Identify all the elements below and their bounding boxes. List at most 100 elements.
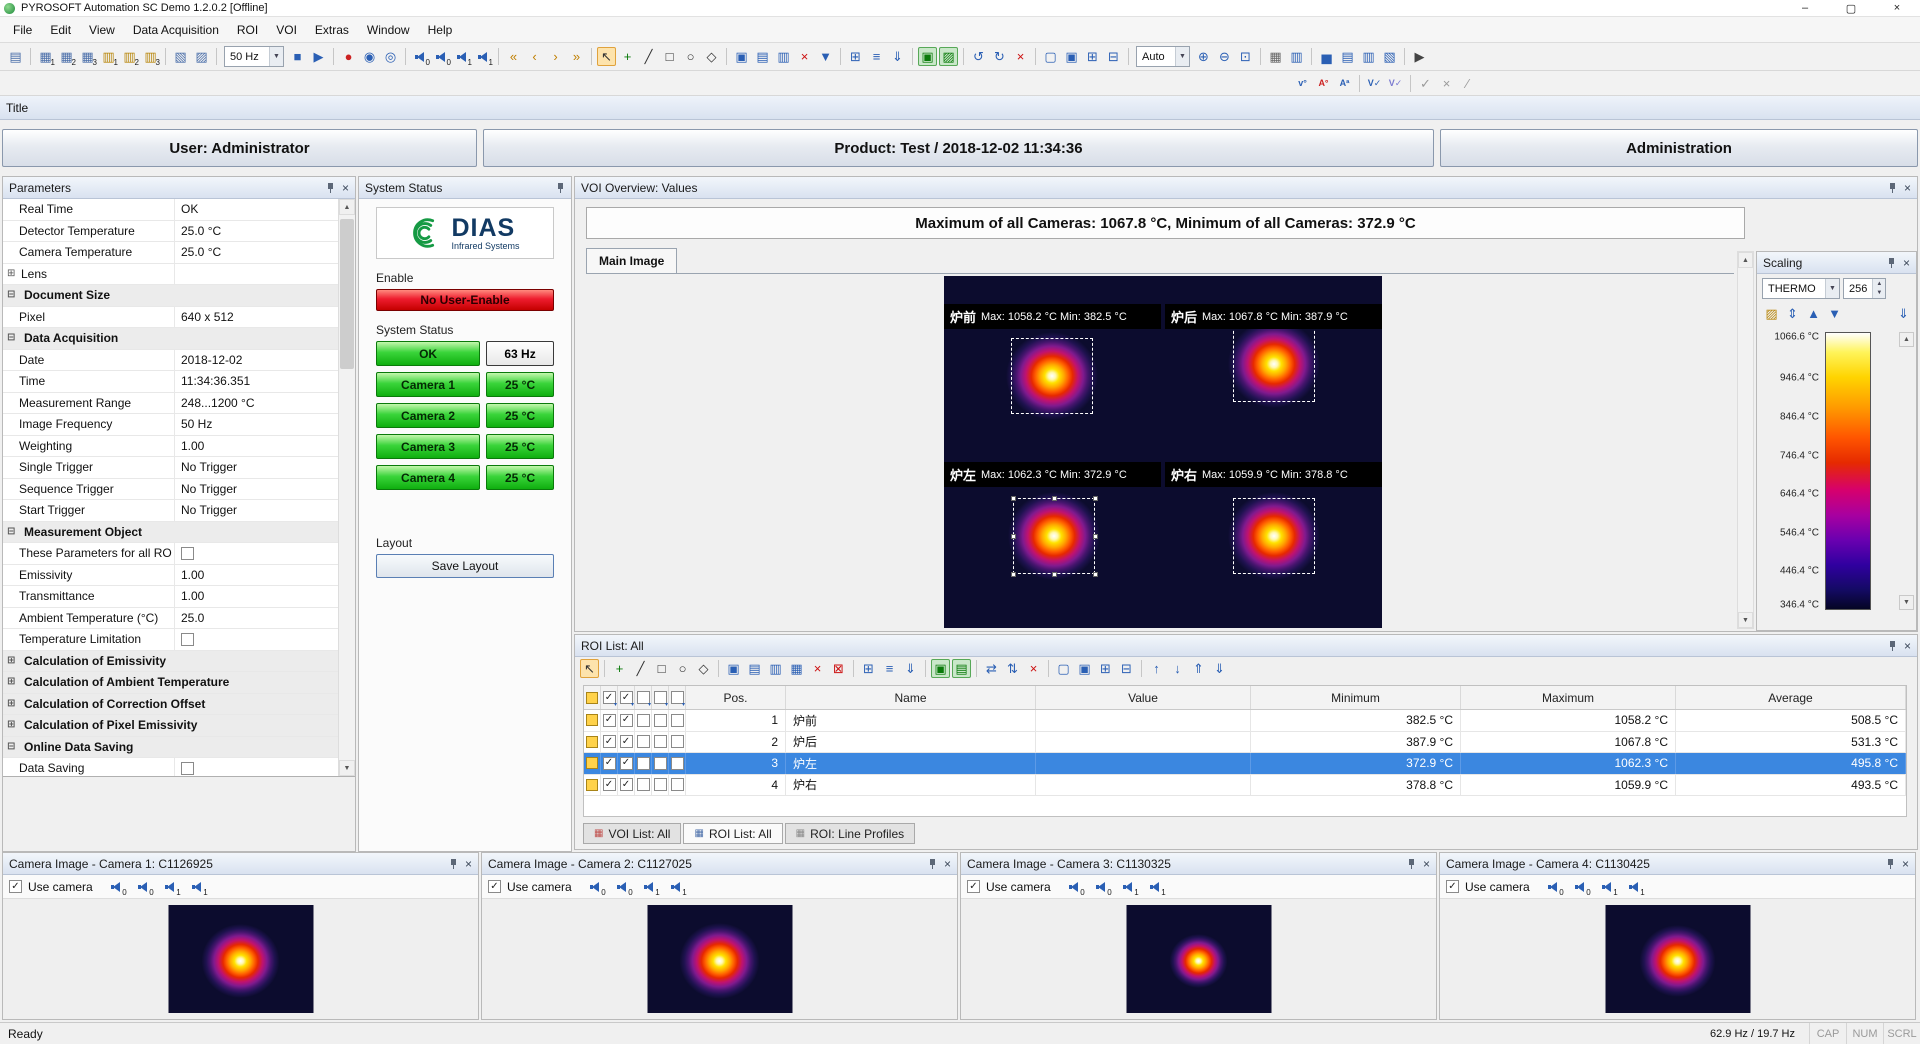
param-value[interactable] (175, 629, 338, 650)
param-value[interactable]: 25.0 °C (175, 221, 338, 242)
column-header-maximum[interactable]: Maximum (1461, 686, 1676, 709)
copy-roi-icon[interactable]: ▣ (732, 47, 751, 66)
open-workspace-icon[interactable]: ▧ (171, 47, 190, 66)
pin-icon[interactable] (1888, 182, 1897, 194)
draw-line-icon[interactable]: ╱ (639, 47, 658, 66)
audio-mute-2-icon[interactable]: 1 (189, 877, 208, 896)
status-ok-button[interactable]: OK (376, 341, 480, 366)
nav-first-icon[interactable]: « (504, 47, 523, 66)
checkbox[interactable] (654, 735, 667, 748)
window-3-icon[interactable]: ⊞ (1096, 659, 1115, 678)
pin-icon[interactable] (326, 182, 335, 194)
checkbox[interactable] (671, 778, 684, 791)
param-value[interactable]: 2018-12-02 (175, 350, 338, 371)
checkbox[interactable] (637, 714, 650, 727)
paste-roi-icon[interactable]: ▤ (745, 659, 764, 678)
pin-icon[interactable] (1887, 257, 1896, 269)
order-up-icon[interactable]: ↑ (1147, 659, 1166, 678)
scale-shift-down-icon[interactable]: ▼ (1899, 595, 1914, 610)
menu-help[interactable]: Help (419, 19, 462, 41)
collapse-icon[interactable]: ⊟ (7, 290, 19, 300)
tab-roi-line-profiles[interactable]: ▦ROI: Line Profiles (785, 823, 916, 844)
close-icon[interactable]: × (1874, 0, 1920, 17)
voi-apply-all-icon[interactable]: V✓ (1365, 74, 1384, 93)
nav-next-icon[interactable]: › (546, 47, 565, 66)
user-enable-button[interactable]: No User-Enable (376, 289, 554, 311)
window-1-icon[interactable]: ▢ (1041, 47, 1060, 66)
checkbox[interactable]: ✓ (603, 735, 616, 748)
param-value[interactable]: No Trigger (175, 500, 338, 521)
checkbox[interactable]: ✓ (603, 757, 616, 770)
param-value[interactable]: No Trigger (175, 479, 338, 500)
show-roi-icon[interactable]: ▣ (931, 659, 950, 678)
status-camera-1-value[interactable]: 25 °C (486, 372, 554, 397)
nav-last-icon[interactable]: » (567, 47, 586, 66)
column-header-minimum[interactable]: Minimum (1251, 686, 1461, 709)
profile-horizontal-icon[interactable]: ▤ (1338, 47, 1357, 66)
checkbox[interactable] (671, 735, 684, 748)
copy-roi-icon[interactable]: ▣ (724, 659, 743, 678)
scroll-down-icon[interactable]: ▼ (339, 760, 355, 776)
layout-save-3-icon[interactable]: ▥3 (141, 47, 160, 66)
layout-save-2-icon[interactable]: ▥2 (120, 47, 139, 66)
close-icon[interactable]: × (1904, 182, 1911, 194)
duplicate-roi-icon[interactable]: ▥ (774, 47, 793, 66)
roi-handle-icon[interactable] (1093, 534, 1098, 539)
chevron-down-icon[interactable]: ▼ (269, 47, 283, 66)
roi-row-4[interactable]: ✓✓4炉右378.8 °C1059.9 °C493.5 °C (584, 775, 1906, 797)
roi-region-炉后[interactable] (1233, 326, 1315, 402)
use-camera-checkbox[interactable]: ✓ (967, 880, 980, 893)
palette-select[interactable]: THERMO ▼ (1762, 278, 1840, 299)
column-header-average[interactable]: Average (1676, 686, 1906, 709)
roi-region-炉左[interactable] (1013, 498, 1095, 574)
profile-vertical-icon[interactable]: ▥ (1359, 47, 1378, 66)
param-value[interactable] (175, 758, 338, 777)
edit-table-icon[interactable]: ⊞ (846, 47, 865, 66)
paste-roi-icon[interactable]: ▤ (753, 47, 772, 66)
confirm-disabled-icon[interactable]: ✓ (1416, 74, 1435, 93)
mirror-vertical-icon[interactable]: ⇅ (1003, 659, 1022, 678)
zoom-combo[interactable]: Auto▼ (1136, 46, 1190, 67)
scale-menu-icon[interactable]: ⇓ (1894, 304, 1913, 323)
status-camera-3-value[interactable]: 25 °C (486, 434, 554, 459)
voi-scrollbar[interactable]: ▲ ▼ (1737, 251, 1754, 629)
checkbox[interactable] (637, 778, 650, 791)
expand-icon[interactable]: ⊞ (7, 720, 19, 730)
administration-button[interactable]: Administration (1440, 129, 1918, 167)
roi-check-column-header[interactable]: ▾ (635, 686, 652, 709)
ring-buffer-icon[interactable]: ◎ (381, 47, 400, 66)
column-header-name[interactable]: Name (786, 686, 1036, 709)
user-button[interactable]: User: Administrator (2, 129, 477, 167)
audio-mute-1-icon[interactable]: 0 (135, 877, 154, 896)
status-camera-4-value[interactable]: 25 °C (486, 465, 554, 490)
roi-handle-icon[interactable] (1011, 496, 1016, 501)
menu-view[interactable]: View (80, 19, 124, 41)
checkbox[interactable] (671, 757, 684, 770)
product-button[interactable]: Product: Test / 2018-12-02 11:34:36 (483, 129, 1434, 167)
pin-icon[interactable] (1888, 640, 1897, 652)
scale-up-icon[interactable]: ▲ (1804, 304, 1823, 323)
edit-props-icon[interactable]: ≡ (880, 659, 899, 678)
audio-mute-1-icon[interactable]: 0 (1572, 877, 1591, 896)
audio-out-1-icon[interactable]: 0 (1545, 877, 1564, 896)
audio-out-2-icon[interactable]: 1 (453, 47, 472, 66)
order-top-icon[interactable]: ⇑ (1189, 659, 1208, 678)
roi-row-1[interactable]: ✓✓1炉前382.5 °C1058.2 °C508.5 °C (584, 710, 1906, 732)
status-camera-1-button[interactable]: Camera 1 (376, 372, 480, 397)
expand-icon[interactable]: ⊞ (7, 269, 19, 279)
audio-mute-1-icon[interactable]: 0 (1093, 877, 1112, 896)
checkbox[interactable] (654, 757, 667, 770)
select-icon[interactable]: ↖ (597, 47, 616, 66)
audio-out-2-icon[interactable]: 1 (162, 877, 181, 896)
window-4-icon[interactable]: ⊟ (1104, 47, 1123, 66)
roi-region-炉右[interactable] (1233, 498, 1315, 574)
param-value[interactable]: OK (175, 199, 338, 220)
main-thermal-image[interactable]: 炉前Max: 1058.2 °C Min: 382.5 °C炉后Max: 106… (944, 276, 1382, 628)
close-icon[interactable]: × (465, 858, 472, 870)
duplicate-all-icon[interactable]: ▦ (787, 659, 806, 678)
pin-icon[interactable] (449, 858, 458, 870)
mirror-horizontal-icon[interactable]: ⇄ (982, 659, 1001, 678)
scroll-up-icon[interactable]: ▲ (339, 199, 355, 215)
scroll-up-icon[interactable]: ▲ (1738, 252, 1753, 268)
zoom-region-icon[interactable]: ⊡ (1236, 47, 1255, 66)
